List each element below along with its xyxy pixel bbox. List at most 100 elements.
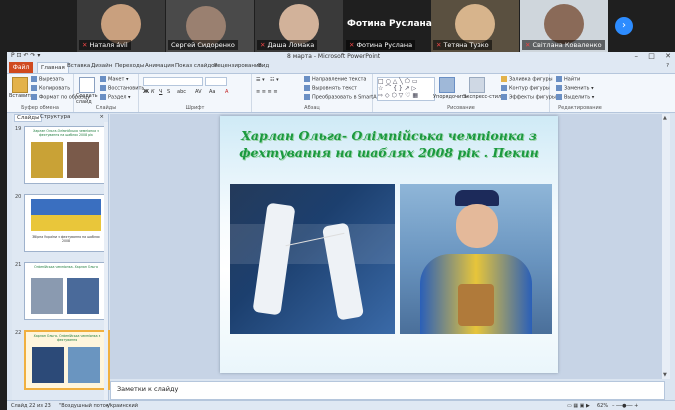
language-indicator[interactable]: украинский — [107, 403, 138, 409]
quick-styles-button[interactable]: Экспресс-стили — [463, 94, 504, 100]
slide-thumbnail-selected[interactable]: Харлан Ольга- Олімпійська чемпіонка з фе… — [24, 330, 110, 390]
font-size-select[interactable] — [205, 77, 227, 86]
numbering-button[interactable]: ☷ ▾ — [270, 77, 279, 83]
maximize-icon[interactable]: □ — [648, 52, 655, 60]
zoom-level[interactable]: 62% — [597, 403, 608, 409]
tab-view[interactable]: Вид — [258, 63, 269, 69]
quick-access-toolbar[interactable]: P ⊡ ↶ ↷ ▾ — [11, 52, 40, 59]
slide-number: 22 — [15, 330, 22, 336]
face-shape — [456, 204, 498, 248]
new-slide-icon[interactable] — [79, 77, 95, 93]
align-buttons[interactable]: ≡ ≡ ≡ ≡ — [256, 89, 278, 95]
bullets-button[interactable]: ☰ ▾ — [256, 77, 265, 83]
shape-fill-button[interactable]: Заливка фигуры — [501, 76, 553, 83]
cut-button[interactable]: Вырезать — [31, 76, 64, 83]
participant-name: ✕ Тетяна Тузко — [433, 40, 492, 50]
participant-tile[interactable]: ✕ Тетяна Тузко — [431, 0, 519, 52]
view-buttons[interactable]: ▭ ▦ ▣ ▶ — [567, 403, 590, 409]
mic-muted-icon: ✕ — [349, 41, 355, 49]
strike-button[interactable]: abc — [177, 89, 186, 95]
participant-name: ✕ Світлана Коваленко — [522, 40, 605, 50]
close-icon[interactable]: ✕ — [665, 52, 671, 60]
zoom-slider[interactable]: – ──●── + — [612, 403, 638, 409]
text-direction-button[interactable]: Направление текста — [304, 76, 366, 83]
font-name-select[interactable] — [143, 77, 203, 86]
paste-button[interactable]: Вставить — [9, 93, 33, 99]
video-strip: ✕ Наталя ávil Сергей Сидоренко ✕ Даша Лома… — [0, 0, 675, 52]
participant-tile[interactable]: ✕ Наталя ávil — [77, 0, 165, 52]
bold-button[interactable]: Ж — [143, 89, 149, 95]
participant-tile[interactable]: Сергей Сидоренко — [166, 0, 254, 52]
tab-design[interactable]: Дизайн — [91, 63, 112, 69]
reset-button[interactable]: Восстановить — [100, 85, 144, 92]
slide-thumbnail[interactable]: Харлан Ольга-Олімпійська чемпіонка з фех… — [24, 126, 108, 184]
slide-thumbnail[interactable]: Олімпійська чемпіонка. Харлан Ольга — [24, 262, 108, 320]
chevron-right-icon: › — [622, 20, 626, 31]
find-button[interactable]: Найти — [556, 76, 580, 83]
thumbnail-photo — [67, 142, 99, 178]
scroll-up-icon[interactable]: ▲ — [663, 115, 667, 121]
participant-tile[interactable]: ✕ Даша Ломака — [255, 0, 343, 52]
spacing-button[interactable]: AV — [195, 89, 202, 95]
italic-button[interactable]: К — [151, 89, 155, 95]
layout-button[interactable]: Макет ▾ — [100, 76, 129, 83]
next-page-button[interactable]: › — [615, 17, 633, 35]
section-button[interactable]: Раздел ▾ — [100, 94, 131, 101]
fill-icon — [501, 76, 507, 82]
tab-home[interactable]: Главная — [37, 62, 69, 73]
slide-title[interactable]: Харлан Ольга- Олімпійська чемпіонка з фе… — [230, 127, 548, 161]
smartart-button[interactable]: Преобразовать в SmartArt — [304, 94, 381, 101]
participant-video — [544, 4, 584, 44]
font-color-button[interactable]: A — [225, 89, 228, 95]
select-button[interactable]: Выделить ▾ — [556, 94, 594, 101]
align-text-icon — [304, 85, 310, 91]
arrange-icon[interactable] — [439, 77, 455, 93]
fencing-photo[interactable] — [230, 184, 395, 334]
shapes-gallery[interactable]: □ ○ △ ╲ ⬠ ▭ ☆ ⌒ { } ↗ ▷ ⇨ ◇ ⬡ ▽ ♡ ▦ — [377, 77, 435, 101]
thumbnail-title: Олімпійська чемпіонка. Харлан Ольга — [34, 265, 98, 269]
close-pane-icon[interactable]: × — [97, 114, 106, 120]
copy-button[interactable]: Копировать — [31, 85, 70, 92]
scroll-down-icon[interactable]: ▼ — [663, 372, 667, 378]
minimize-icon[interactable]: – — [635, 52, 639, 60]
help-icon[interactable]: ? — [666, 63, 669, 69]
slide-thumbnail[interactable]: Збірна України з фехтування на шаблях 20… — [24, 194, 108, 252]
tab-review[interactable]: Рецензирование — [214, 63, 262, 69]
paragraph-group: ☰ ▾ ☷ ▾ ≡ ≡ ≡ ≡ Направление текста Выров… — [252, 74, 381, 112]
window-title: 8 марта - Microsoft PowerPoint — [287, 53, 381, 60]
group-label: Буфер обмена — [21, 105, 59, 111]
paste-icon[interactable] — [12, 77, 28, 93]
tab-insert[interactable]: Вставка — [67, 63, 90, 69]
group-label: Шрифт — [185, 105, 205, 111]
slides-pane: Слайды Структура × 19 Харлан Ольга-Олімп… — [12, 114, 110, 400]
notes-pane[interactable]: Заметки к слайду — [110, 381, 665, 400]
case-button[interactable]: Aa — [209, 89, 215, 95]
scissors-icon — [31, 76, 37, 82]
participant-tile[interactable]: ✕ Світлана Коваленко — [520, 0, 608, 52]
canvas-scrollbar[interactable]: ▲ ▼ — [662, 114, 670, 379]
current-slide[interactable]: Харлан Ольга- Олімпійська чемпіонка з фе… — [220, 116, 558, 373]
align-text-button[interactable]: Выровнять текст — [304, 85, 357, 92]
tab-animation[interactable]: Анимация — [145, 63, 174, 69]
clipboard-group: Вставить Вырезать Копировать Формат по о… — [7, 74, 90, 112]
underline-button[interactable]: Ч — [159, 89, 162, 95]
shape-effects-button[interactable]: Эффекты фигуры — [501, 94, 556, 101]
font-group: Ж К Ч S abc AV Aa A Шрифт — [139, 74, 252, 112]
tab-slideshow[interactable]: Показ слайдов — [175, 63, 218, 69]
pane-scrollbar[interactable] — [104, 122, 108, 400]
new-slide-button[interactable]: Создать слайд — [76, 93, 98, 105]
champion-portrait-photo[interactable] — [400, 184, 552, 334]
thumbnail-title: Харлан Ольга- Олімпійська чемпіонка з фе… — [33, 334, 101, 342]
participant-video — [279, 4, 319, 44]
shape-outline-button[interactable]: Контур фигуры — [501, 85, 550, 92]
tab-outline[interactable]: Структура — [38, 114, 72, 120]
replace-button[interactable]: Заменить ▾ — [556, 85, 594, 92]
tab-file[interactable]: Файл — [9, 62, 33, 73]
quick-styles-icon[interactable] — [469, 77, 485, 93]
tab-transitions[interactable]: Переходы — [115, 63, 144, 69]
shadow-button[interactable]: S — [167, 89, 170, 95]
mic-muted-icon: ✕ — [260, 41, 266, 49]
pane-tabs: Слайды Структура × — [12, 114, 108, 122]
group-label: Редактирование — [558, 105, 602, 111]
thumbnail-photo — [68, 347, 100, 383]
